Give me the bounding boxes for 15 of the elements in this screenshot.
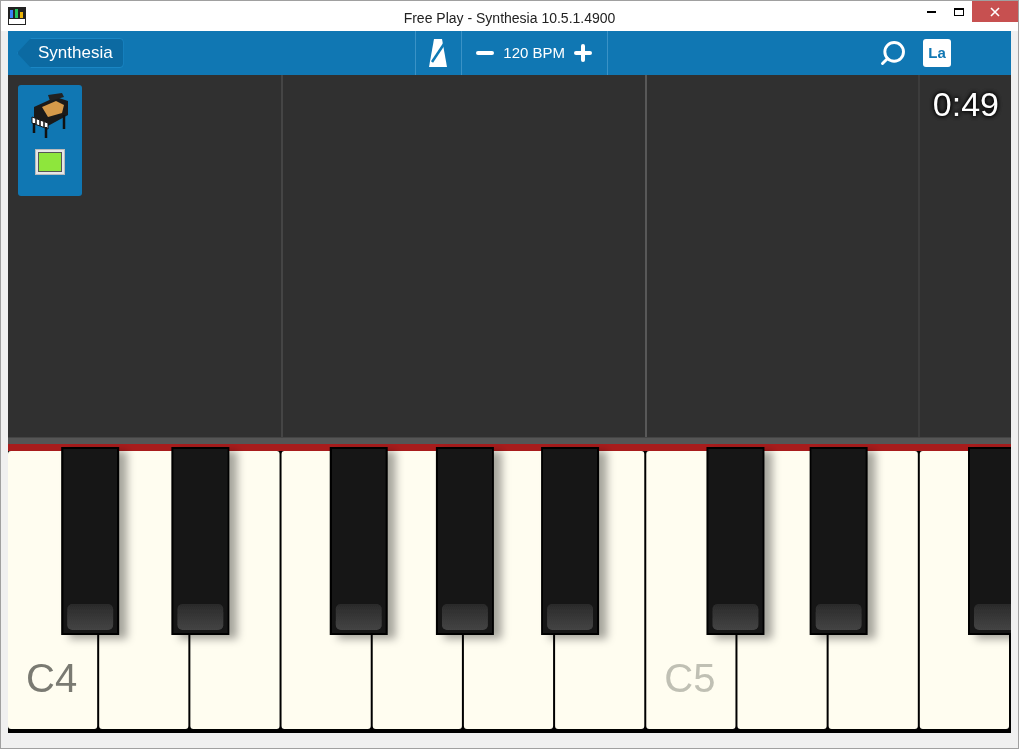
language-button[interactable]: La [923, 39, 951, 67]
close-icon [990, 6, 1000, 17]
metronome-icon[interactable] [428, 38, 449, 68]
app-icon [8, 7, 26, 25]
increase-tempo-icon[interactable] [571, 41, 595, 65]
back-button[interactable]: Synthesia [17, 38, 124, 68]
track-color-swatch[interactable] [35, 149, 65, 175]
window-title: Free Play - Synthesia 10.5.1.4900 [402, 9, 617, 28]
track-panel[interactable] [18, 85, 82, 196]
note-label: C4 [26, 658, 78, 698]
note-label: C5 [664, 658, 716, 698]
tempo-label: 120 BPM [503, 42, 565, 63]
piano-keyboard-drawing[interactable] [8, 444, 1011, 733]
search-icon[interactable] [879, 39, 907, 67]
elapsed-time: 0:49 [932, 87, 999, 121]
